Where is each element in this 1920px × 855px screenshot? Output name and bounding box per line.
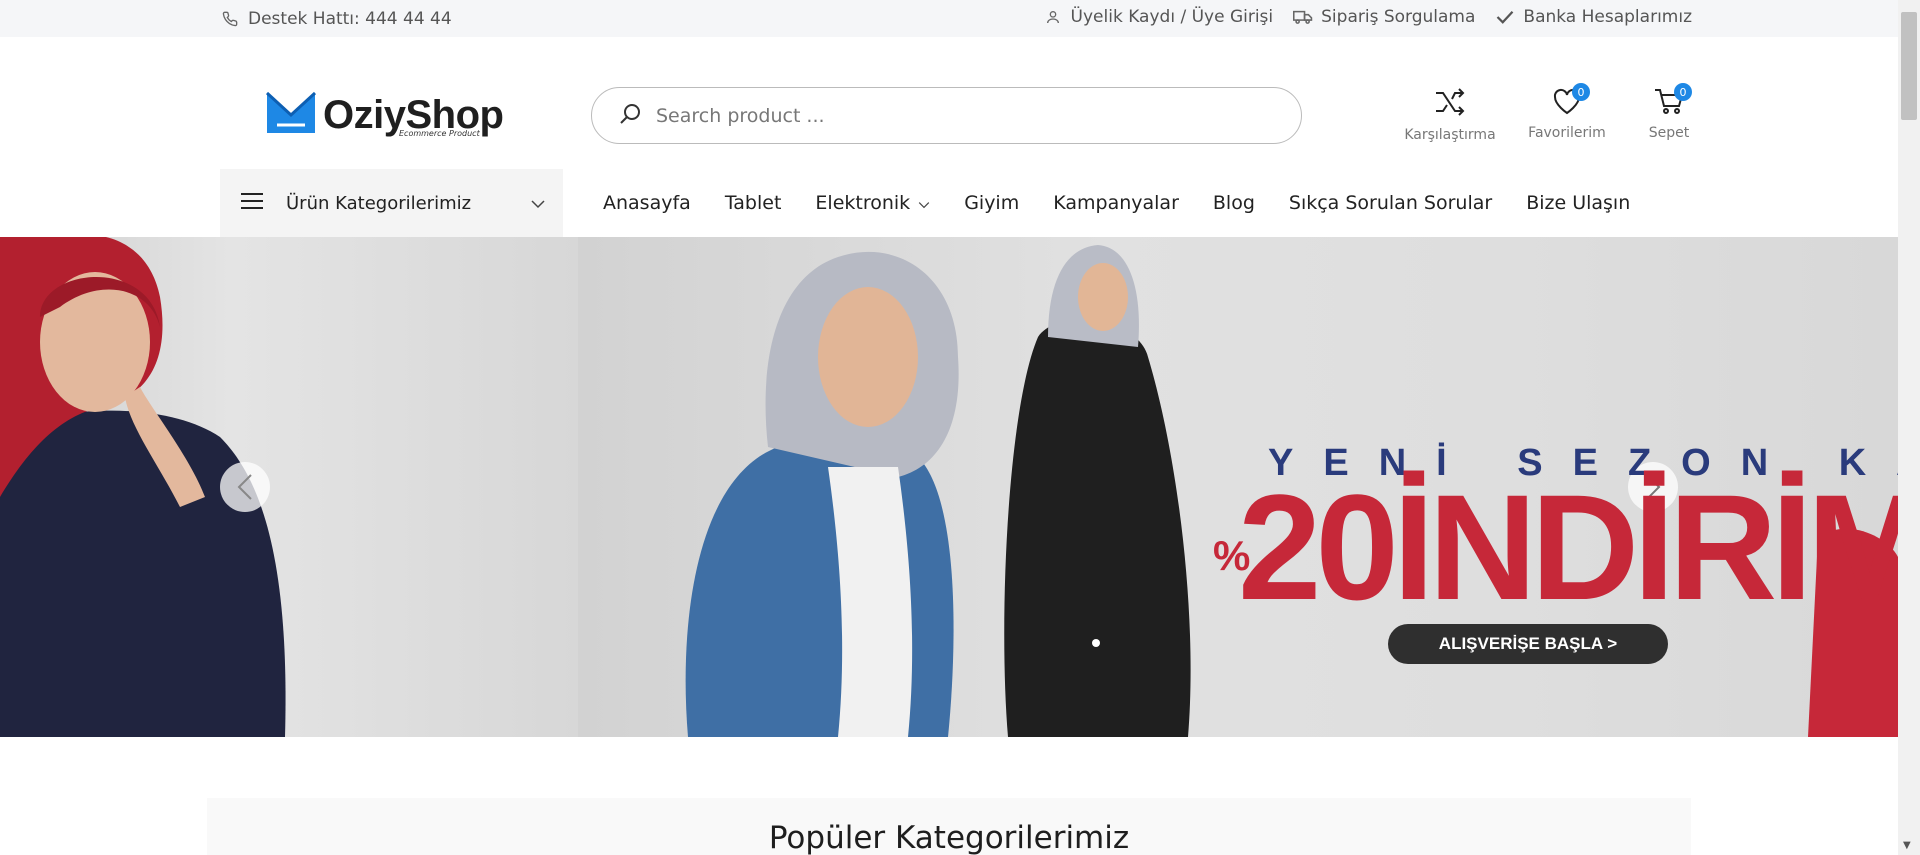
chevron-down-icon — [531, 194, 545, 213]
scrollbar-thumb[interactable] — [1901, 12, 1917, 120]
main-nav: Anasayfa Tablet Elektronik Giyim Kampany… — [603, 169, 1630, 237]
compare-button[interactable]: Karşılaştırma — [1395, 87, 1505, 143]
nav-label: Giyim — [964, 192, 1020, 214]
nav-label: Blog — [1212, 192, 1255, 214]
slider-prev-button[interactable] — [220, 462, 270, 512]
hero-slider: YENİ SEZON KAP % 20İNDİRİM ALIŞVERİŞE BA… — [0, 237, 1898, 737]
order-tracking-label: Sipariş Sorgulama — [1321, 7, 1476, 27]
compare-label: Karşılaştırma — [1404, 127, 1496, 143]
phone-icon — [220, 9, 240, 29]
search-bar — [591, 87, 1302, 144]
nav-label: Tablet — [724, 192, 782, 214]
order-tracking-link[interactable]: Sipariş Sorgulama — [1293, 7, 1475, 27]
register-login-link[interactable]: Üyelik Kaydı / Üye Girişi — [1043, 7, 1274, 27]
cart-label: Sepet — [1648, 125, 1690, 141]
logo-subtitle: Ecommerce Product — [399, 129, 480, 138]
categories-label: Ürün Kategorilerimiz — [286, 192, 472, 214]
nav-label: Elektronik — [815, 192, 911, 214]
nav-label: Anasayfa — [603, 192, 691, 214]
nav-item-faq[interactable]: Sıkça Sorulan Sorular — [1289, 192, 1492, 214]
scroll-down-arrow-icon[interactable]: ▼ — [1903, 840, 1911, 851]
shuffle-icon — [1434, 87, 1466, 121]
promo-headline: 20İNDİRİM — [1238, 463, 1898, 631]
menu-icon — [240, 191, 264, 215]
check-icon — [1495, 7, 1515, 27]
favorites-count-badge: 0 — [1572, 83, 1590, 101]
register-login-label: Üyelik Kaydı / Üye Girişi — [1070, 7, 1274, 27]
search-icon[interactable] — [618, 102, 642, 130]
slider-dot[interactable] — [1092, 639, 1100, 647]
nav-item-clothing[interactable]: Giyim — [964, 192, 1019, 214]
top-bar: Destek Hattı: 444 44 44 Üyelik Kaydı / Ü… — [0, 0, 1898, 37]
bank-accounts-link[interactable]: Banka Hesaplarımız — [1495, 7, 1692, 27]
nav-item-campaigns[interactable]: Kampanyalar — [1053, 192, 1179, 214]
chevron-down-icon — [918, 192, 930, 214]
shop-now-button[interactable]: ALIŞVERİŞE BAŞLA > — [1388, 624, 1668, 664]
search-input[interactable] — [656, 104, 1256, 127]
chevron-left-icon — [237, 474, 252, 500]
categories-dropdown[interactable]: Ürün Kategorilerimiz — [220, 169, 563, 237]
nav-label: Kampanyalar — [1053, 192, 1179, 214]
nav-item-contact[interactable]: Bize Ulaşın — [1526, 192, 1630, 214]
nav-item-blog[interactable]: Blog — [1213, 192, 1255, 214]
slide-previous — [0, 237, 578, 737]
scrollbar[interactable]: ▼ — [1898, 0, 1920, 855]
bank-accounts-label: Banka Hesaplarımız — [1523, 7, 1692, 27]
section-title: Popüler Kategorilerimiz — [768, 820, 1130, 855]
nav-item-electronics[interactable]: Elektronik — [815, 192, 930, 214]
site-logo[interactable]: OziyShop Ecommerce Product — [265, 89, 504, 141]
logo-mark-icon — [265, 89, 317, 141]
cart-button[interactable]: 0 Sepet — [1629, 83, 1709, 143]
nav-label: Bize Ulaşın — [1526, 192, 1631, 214]
truck-icon — [1293, 7, 1313, 27]
support-text: Destek Hattı: 444 44 44 — [248, 9, 452, 29]
favorites-label: Favorilerim — [1528, 125, 1606, 141]
favorites-button[interactable]: 0 Favorilerim — [1505, 83, 1629, 143]
support-line[interactable]: Destek Hattı: 444 44 44 — [220, 9, 452, 29]
header-actions: Karşılaştırma 0 Favorilerim 0 Sepet — [1395, 83, 1709, 143]
top-links: Üyelik Kaydı / Üye Girişi Sipariş Sorgul… — [1043, 7, 1692, 27]
nav-item-home[interactable]: Anasayfa — [603, 192, 691, 214]
cart-icon: 0 — [1654, 83, 1692, 119]
popular-categories-section: Popüler Kategorilerimiz — [207, 798, 1691, 855]
nav-item-tablet[interactable]: Tablet — [725, 192, 782, 214]
cart-count-badge: 0 — [1674, 83, 1692, 101]
model-photo-left — [0, 237, 286, 737]
heart-icon: 0 — [1552, 83, 1590, 119]
user-icon — [1043, 7, 1063, 27]
site-header: OziyShop Ecommerce Product Karşılaştırma… — [0, 37, 1898, 237]
nav-label: Sıkça Sorulan Sorular — [1288, 192, 1493, 214]
